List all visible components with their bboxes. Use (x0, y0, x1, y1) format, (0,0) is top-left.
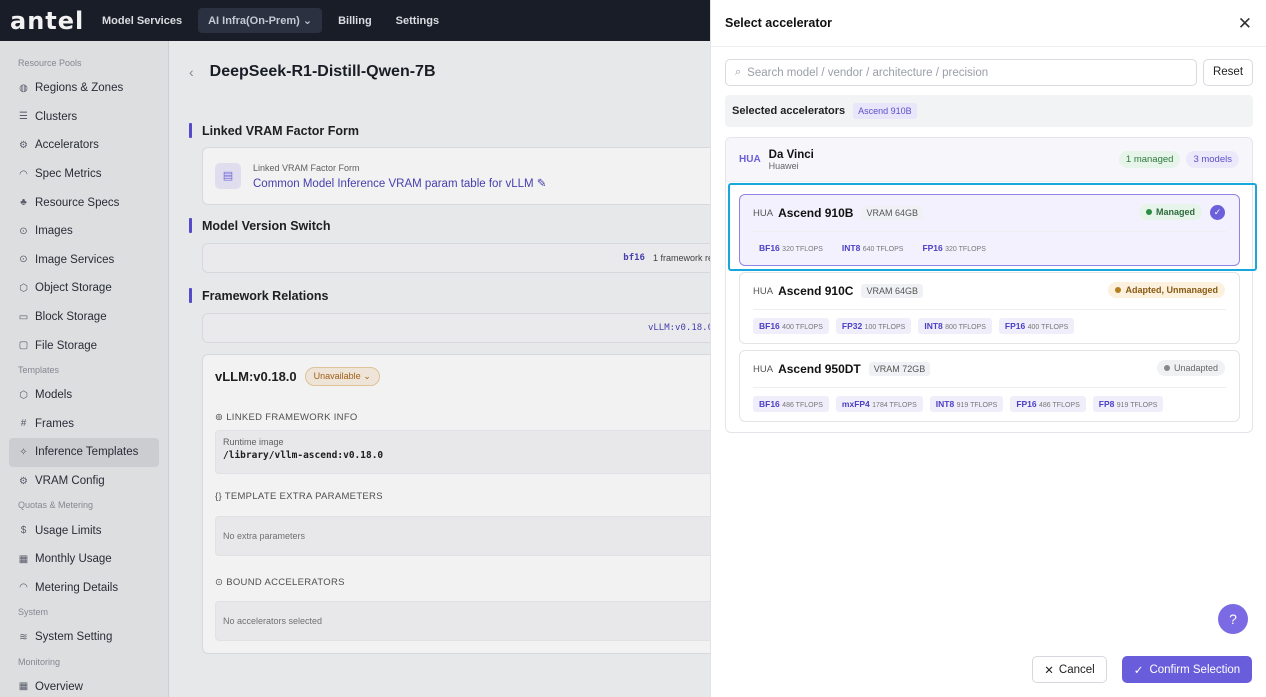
precision-row: BF16 400 TFLOPS FP32 100 TFLOPS INT8 800 T… (753, 318, 1081, 334)
vendor-header[interactable]: HUA Da Vinci Huawei 1 managed 3 models (726, 138, 1252, 182)
cancel-label: Cancel (1058, 663, 1095, 676)
confirm-selection-button[interactable]: ✓ Confirm Selection (1122, 656, 1252, 683)
precision-value: 919 TFLOPS (1116, 402, 1158, 409)
precision-chip: FP32 100 TFLOPS (835, 318, 912, 334)
accelerator-status: Adapted, Unmanaged (1108, 282, 1225, 298)
precision-value: 800 TFLOPS (945, 324, 986, 331)
precision-value: 919 TFLOPS (956, 402, 998, 409)
cancel-x-icon: ✕ (1044, 664, 1054, 677)
status-pill: Unadapted (1156, 360, 1225, 376)
close-icon[interactable]: ✕ (1238, 15, 1252, 32)
precision-name: BF16 (759, 321, 780, 331)
precision-chip: INT8 919 TFLOPS (929, 396, 1004, 412)
status-dot-icon (1163, 365, 1170, 371)
precision-value: 400 TFLOPS (1027, 324, 1069, 331)
drawer-title: Select accelerator (725, 16, 833, 30)
status-dot-icon (1115, 287, 1122, 293)
accelerator-vendor-tag: HUA (753, 363, 774, 375)
accelerator-card-header: HUA Ascend 950DT VRAM 72GB (753, 362, 931, 376)
confirm-label: Confirm Selection (1149, 663, 1241, 676)
status-label: Adapted, Unmanaged (1125, 285, 1218, 295)
search-row: ⌕ Search model / vendor / architecture /… (725, 59, 1253, 86)
precision-value: 1784 TFLOPS (872, 402, 917, 409)
status-pill: Adapted, Unmanaged (1108, 282, 1225, 298)
search-input[interactable]: ⌕ Search model / vendor / architecture /… (725, 59, 1197, 86)
vendor-name: Da Vinci (768, 148, 814, 161)
cancel-button[interactable]: ✕ Cancel (1032, 656, 1107, 683)
accelerator-name: Ascend 910C (778, 284, 854, 298)
selected-chip[interactable]: Ascend 910B (853, 103, 917, 119)
divider (753, 309, 1226, 310)
accelerator-card[interactable]: HUA Ascend 910C VRAM 64GB Adapted, Unman… (739, 272, 1240, 344)
divider (753, 387, 1226, 388)
precision-name: mxFP4 (841, 399, 870, 409)
precision-chip: FP16 400 TFLOPS (998, 318, 1075, 334)
vendor-group: HUA Da Vinci Huawei 1 managed 3 models H… (725, 137, 1253, 433)
accelerator-card-header: HUA Ascend 910C VRAM 64GB (753, 284, 923, 298)
drawer-header: Select accelerator ✕ (711, 0, 1266, 47)
precision-name: BF16 (759, 399, 780, 409)
modal-backdrop[interactable] (0, 0, 710, 697)
precision-name: INT8 (935, 399, 955, 409)
precision-chip: BF16 400 TFLOPS (753, 318, 829, 334)
check-icon: ✓ (1133, 664, 1144, 677)
vram-badge: VRAM 64GB (861, 284, 923, 298)
precision-chip: INT8 800 TFLOPS (918, 318, 992, 334)
drawer-footer: ✕ Cancel ✓ Confirm Selection (1032, 656, 1252, 683)
accelerator-name: Ascend 950DT (778, 362, 861, 376)
precision-row: BF16 486 TFLOPS mxFP4 1784 TFLOPS INT8 919… (753, 396, 1170, 412)
precision-value: 400 TFLOPS (782, 324, 823, 331)
search-placeholder: Search model / vendor / architecture / p… (747, 66, 989, 79)
precision-value: 486 TFLOPS (1039, 402, 1080, 409)
vendor-stats: 1 managed 3 models (1118, 151, 1239, 168)
accelerator-card[interactable]: HUA Ascend 950DT VRAM 72GB Unadapted BF1… (739, 350, 1240, 422)
precision-name: FP16 (1016, 399, 1037, 409)
precision-name: INT8 (924, 321, 943, 331)
selection-highlight-outline (728, 183, 1257, 271)
precision-chip: FP16 486 TFLOPS (1010, 396, 1086, 412)
search-icon: ⌕ (735, 66, 742, 78)
status-label: Unadapted (1173, 363, 1218, 373)
reset-button[interactable]: Reset (1203, 59, 1253, 86)
help-icon[interactable]: ? (1218, 604, 1248, 634)
select-accelerator-drawer: Select accelerator ✕ ⌕ Search model / ve… (710, 0, 1266, 697)
selected-accelerators-label: Selected accelerators (732, 105, 846, 117)
precision-chip: FP8 919 TFLOPS (1092, 396, 1164, 412)
accelerator-status: Unadapted (1156, 360, 1225, 376)
precision-name: FP32 (841, 321, 863, 331)
vendor-tag: HUA (739, 154, 761, 165)
precision-value: 486 TFLOPS (782, 402, 823, 409)
models-count-pill: 3 models (1186, 151, 1239, 168)
precision-chip: BF16 486 TFLOPS (753, 396, 829, 412)
vram-badge: VRAM 72GB (868, 362, 931, 376)
selected-accelerators-bar: Selected accelerators Ascend 910B (725, 95, 1253, 127)
managed-count-pill: 1 managed (1118, 151, 1181, 168)
vendor-sub: Huawei (768, 160, 799, 171)
precision-value: 100 TFLOPS (864, 324, 906, 331)
precision-chip: mxFP4 1784 TFLOPS (835, 396, 923, 412)
accelerator-vendor-tag: HUA (753, 285, 774, 297)
precision-name: FP8 (1098, 399, 1115, 409)
precision-name: FP16 (1004, 321, 1026, 331)
